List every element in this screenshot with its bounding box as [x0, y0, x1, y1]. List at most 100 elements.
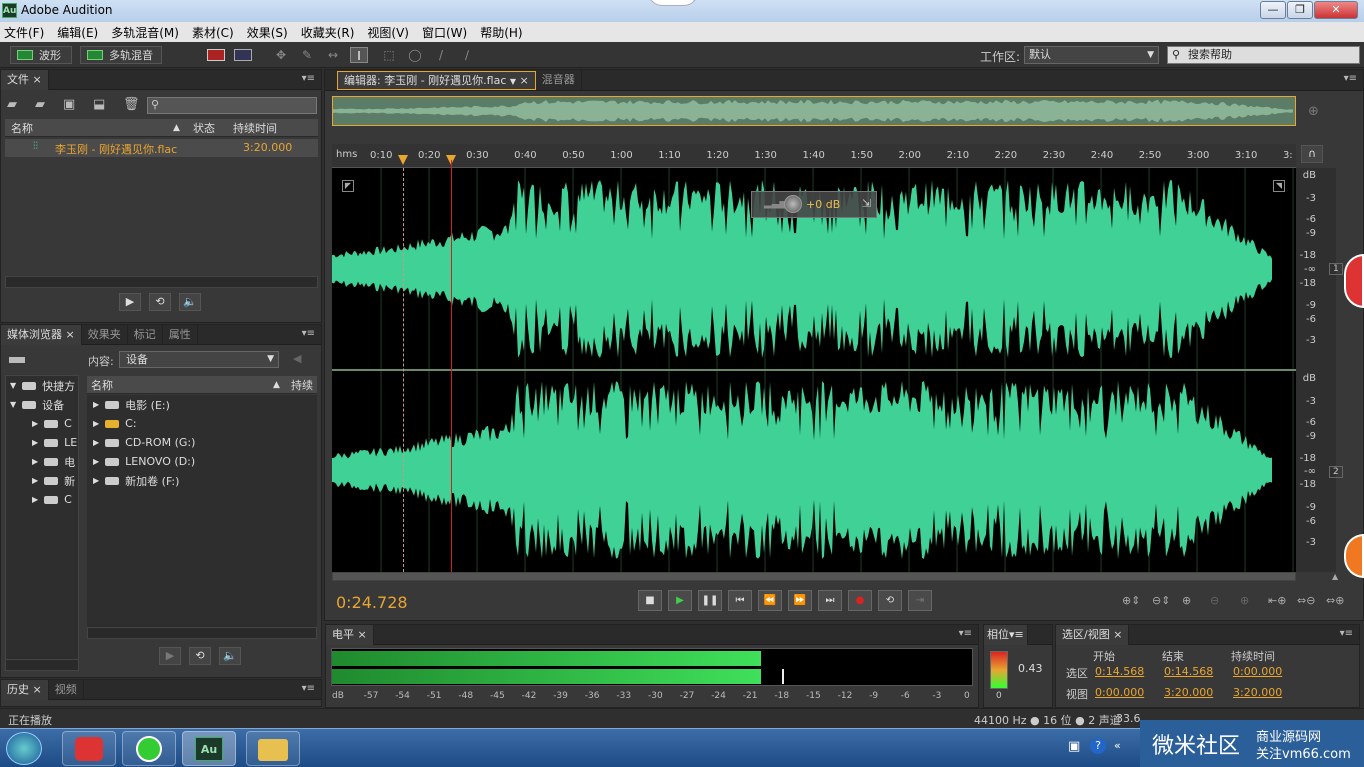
zoom-in-point-icon[interactable]: ⇤⊕ — [1268, 594, 1286, 607]
tab-editor[interactable]: 编辑器: 李玉刚 - 刚好遇见你.flac ▼ × — [337, 70, 536, 90]
files-hscrollbar[interactable] — [5, 276, 318, 288]
expand-icon[interactable]: ◤ — [342, 180, 354, 192]
zoom-in-amplitude-icon[interactable]: ⊕⇕ — [1122, 594, 1140, 607]
panel-menu-icon[interactable]: ▾≡ — [302, 683, 315, 694]
waveform-hscrollbar[interactable] — [332, 572, 1296, 581]
panel-menu-icon[interactable]: ▾≡ — [1340, 628, 1353, 639]
channel-1-label[interactable]: 1 — [1329, 263, 1343, 275]
record-button[interactable]: ● — [848, 590, 872, 611]
chevron-down-icon[interactable]: ▼ — [510, 77, 516, 86]
zoom-out-amplitude-icon[interactable]: ⊖⇕ — [1152, 594, 1170, 607]
selection-duration[interactable]: 0:00.000 — [1233, 665, 1282, 678]
waveform-display[interactable] — [332, 168, 1296, 572]
workspace-select[interactable]: 默认 ▼ — [1024, 46, 1159, 64]
spectral-display-icon[interactable] — [207, 49, 225, 61]
tab-files[interactable]: 文件 × — [1, 69, 49, 90]
pause-button[interactable]: ❚❚ — [698, 590, 722, 611]
menu-effects[interactable]: 效果(S) — [247, 24, 288, 41]
preview-play-button[interactable]: ▶ — [119, 293, 141, 311]
lasso-tool-icon[interactable]: ◯ — [406, 47, 424, 63]
list-item[interactable]: ▶ 新加卷 (F:) — [87, 471, 317, 490]
selection-start[interactable]: 0:14.568 — [1095, 665, 1144, 678]
tree-device-cdrom[interactable]: ▶ C — [6, 490, 78, 509]
skip-selection-button[interactable]: ⇥ — [908, 590, 932, 611]
gain-hud[interactable]: ▂▃▅ +0 dB ⇲ — [751, 191, 877, 218]
tree-device-new[interactable]: ▶ 新 — [6, 471, 78, 490]
view-duration[interactable]: 3:20.000 — [1233, 686, 1282, 699]
tray-arrow-icon[interactable]: « — [1114, 739, 1121, 752]
preview-autoplay-button[interactable]: 🔈 — [179, 293, 201, 311]
expand-icon[interactable]: ◥ — [1273, 180, 1285, 192]
move-tool-icon[interactable]: ✥ — [272, 47, 290, 63]
import-file-icon[interactable]: ▰ — [35, 97, 45, 112]
panel-menu-icon[interactable]: ▾≡ — [959, 628, 972, 639]
media-hscrollbar[interactable] — [87, 627, 317, 639]
zoom-full-icon[interactable]: ⇔⊕ — [1326, 594, 1344, 607]
time-selection-tool-icon[interactable]: I — [350, 47, 368, 63]
current-time[interactable]: 0:24.728 — [336, 593, 408, 612]
start-button[interactable] — [6, 732, 42, 765]
menu-view[interactable]: 视图(V) — [367, 24, 409, 41]
close-button[interactable]: ✕ — [1314, 1, 1358, 19]
tab-markers[interactable]: 标记 — [128, 324, 163, 345]
zoom-out-time-icon[interactable]: ⊖ — [1210, 594, 1219, 607]
brush-tool-icon[interactable]: / — [432, 47, 450, 63]
fast-forward-button[interactable]: ⏩ — [788, 590, 812, 611]
list-item[interactable]: ▶ CD-ROM (G:) — [87, 433, 317, 452]
tray-icon[interactable]: ▣ — [1068, 739, 1080, 754]
floating-badge-icon[interactable] — [1344, 254, 1364, 308]
tree-shortcuts[interactable]: ▼ 快捷方 — [6, 376, 78, 395]
headphone-icon[interactable]: ∩ — [1301, 145, 1323, 163]
tab-video[interactable]: 视频 — [49, 679, 84, 700]
view-start[interactable]: 0:00.000 — [1095, 686, 1144, 699]
tab-mixer[interactable]: 混音器 — [536, 70, 582, 90]
menu-favorites[interactable]: 收藏夹(R) — [301, 24, 355, 41]
panel-menu-icon[interactable]: ▾≡ — [302, 73, 315, 84]
skip-end-button[interactable]: ⏭ — [818, 590, 842, 611]
media-play-button[interactable]: ▶ — [159, 647, 181, 665]
stop-button[interactable]: ■ — [638, 590, 662, 611]
view-end[interactable]: 3:20.000 — [1164, 686, 1213, 699]
razor-tool-icon[interactable]: ✎ — [298, 47, 316, 63]
playhead[interactable] — [451, 160, 452, 572]
zoom-in-time-icon[interactable]: ⊕ — [1182, 594, 1191, 607]
tree-device-movie[interactable]: ▶ 电 — [6, 452, 78, 471]
rewind-button[interactable]: ⏪ — [758, 590, 782, 611]
help-icon[interactable]: ? — [1090, 738, 1106, 754]
media-loop-button[interactable]: ⟲ — [189, 647, 211, 665]
trash-icon[interactable]: 🗑 — [123, 97, 140, 112]
tab-selection-view[interactable]: 选区/视图 × — [1056, 624, 1130, 645]
col-duration[interactable]: 持续时间 — [233, 120, 277, 136]
list-item[interactable]: ▶ LENOVO (D:) — [87, 452, 317, 471]
list-item[interactable]: ▶ C: — [87, 414, 317, 433]
zoom-selection-icon[interactable]: ⊕ — [1240, 594, 1249, 607]
minimize-button[interactable]: — — [1260, 1, 1286, 19]
waveform-view-button[interactable]: 波形 — [10, 46, 72, 64]
tree-device-c[interactable]: ▶ C — [6, 414, 78, 433]
taskbar-app-browser[interactable] — [122, 731, 176, 766]
zoom-out-full-icon[interactable]: ⇔⊖ — [1297, 594, 1315, 607]
tab-properties[interactable]: 属性 — [163, 324, 198, 345]
open-file-icon[interactable]: ▰ — [7, 97, 17, 112]
tab-media-browser[interactable]: 媒体浏览器 × — [1, 324, 82, 345]
tab-phase[interactable]: 相位▾≡ — [984, 624, 1028, 645]
preview-loop-button[interactable]: ⟲ — [149, 293, 171, 311]
tab-history[interactable]: 历史 × — [1, 679, 49, 700]
tree-devices[interactable]: ▼ 设备 — [6, 395, 78, 414]
maximize-button[interactable]: ❐ — [1287, 1, 1313, 19]
scroll-up-icon[interactable]: ▲ — [1332, 572, 1338, 581]
list-item[interactable]: ▶ 电影 (E:) — [87, 395, 317, 414]
menu-file[interactable]: 文件(F) — [4, 24, 44, 41]
menu-help[interactable]: 帮助(H) — [480, 24, 522, 41]
col-name[interactable]: 名称 — [11, 120, 33, 136]
marquee-tool-icon[interactable]: ⬚ — [380, 47, 398, 63]
play-button[interactable]: ▶ — [668, 590, 692, 611]
menu-clip[interactable]: 素材(C) — [192, 24, 234, 41]
insert-file-icon[interactable]: ⬓ — [93, 97, 105, 112]
channel-2-label[interactable]: 2 — [1329, 466, 1343, 478]
tab-effects-rack[interactable]: 效果夹 — [82, 324, 128, 345]
tree-hscrollbar[interactable] — [5, 659, 79, 671]
new-file-icon[interactable]: ▣ — [63, 97, 75, 112]
taskbar-app-explorer[interactable] — [246, 731, 300, 766]
tab-level[interactable]: 电平 × — [326, 624, 374, 645]
